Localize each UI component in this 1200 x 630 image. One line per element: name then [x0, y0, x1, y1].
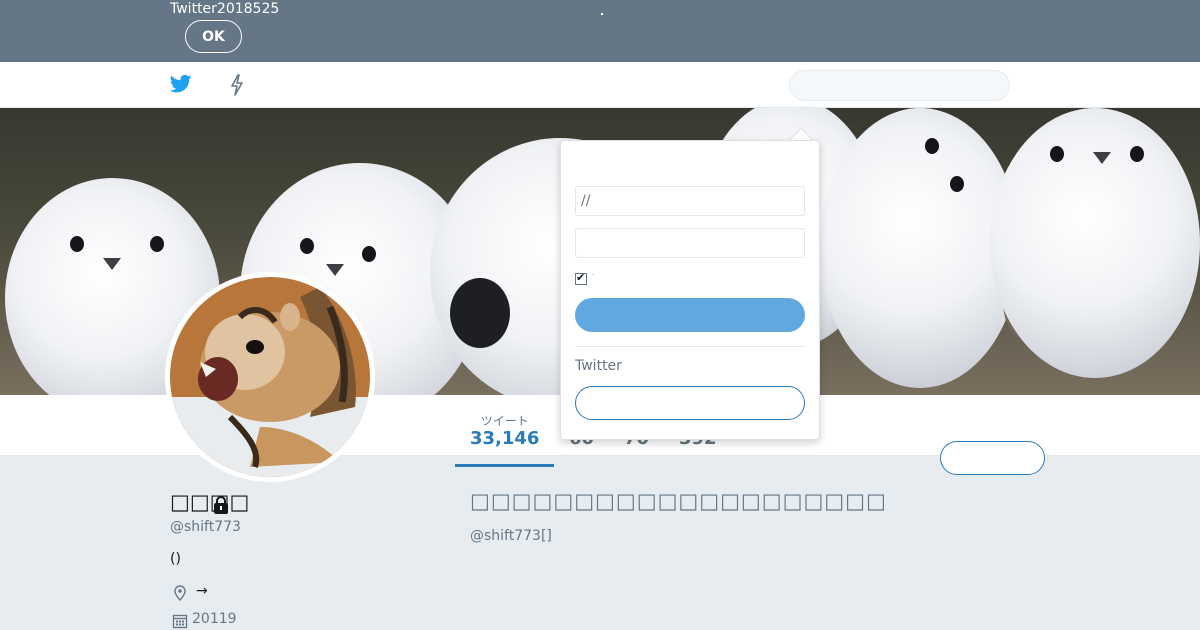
signup-prompt: Twitter	[575, 358, 622, 374]
top-nav	[0, 62, 1200, 108]
profile-name[interactable]: □□□□	[170, 490, 249, 514]
location-icon	[174, 585, 186, 601]
twitter-bird-icon[interactable]	[170, 74, 192, 94]
remember-me-label: ·	[592, 271, 595, 279]
dropdown-divider	[575, 346, 805, 347]
notice-dot	[601, 13, 603, 15]
check-icon: ✔	[576, 271, 586, 284]
active-tab-underline	[455, 464, 554, 467]
follow-button[interactable]	[940, 441, 1045, 475]
protected-subtitle: @shift773[]	[470, 528, 552, 544]
search-input[interactable]	[789, 70, 1010, 101]
moments-bolt-icon[interactable]	[229, 74, 245, 96]
profile-handle[interactable]: @shift773	[170, 519, 241, 535]
avatar[interactable]	[165, 272, 375, 482]
login-button[interactable]	[575, 298, 805, 332]
ok-button[interactable]: OK	[185, 20, 242, 53]
avatar-image	[170, 277, 370, 477]
lock-icon	[214, 496, 228, 514]
profile-join-date: 20119	[192, 611, 237, 627]
search-icon[interactable]	[980, 14, 1000, 34]
stat-value: 33,146	[470, 428, 540, 449]
protected-title: □□□□□□□□□□□□□□□□□□□□	[470, 489, 887, 513]
signup-button[interactable]	[575, 386, 805, 420]
stat-tweets[interactable]: ツイート 33,146	[470, 412, 539, 449]
username-field[interactable]	[575, 186, 805, 216]
profile-bio: ()	[170, 551, 181, 567]
calendar-icon	[172, 614, 188, 629]
password-field[interactable]	[575, 228, 805, 258]
notice-text: Twitter2018525	[170, 1, 280, 17]
stat-label: ツイート	[480, 414, 529, 428]
cookie-notice-bar: Twitter2018525 OK	[0, 0, 1200, 62]
profile-location: →	[196, 583, 208, 599]
